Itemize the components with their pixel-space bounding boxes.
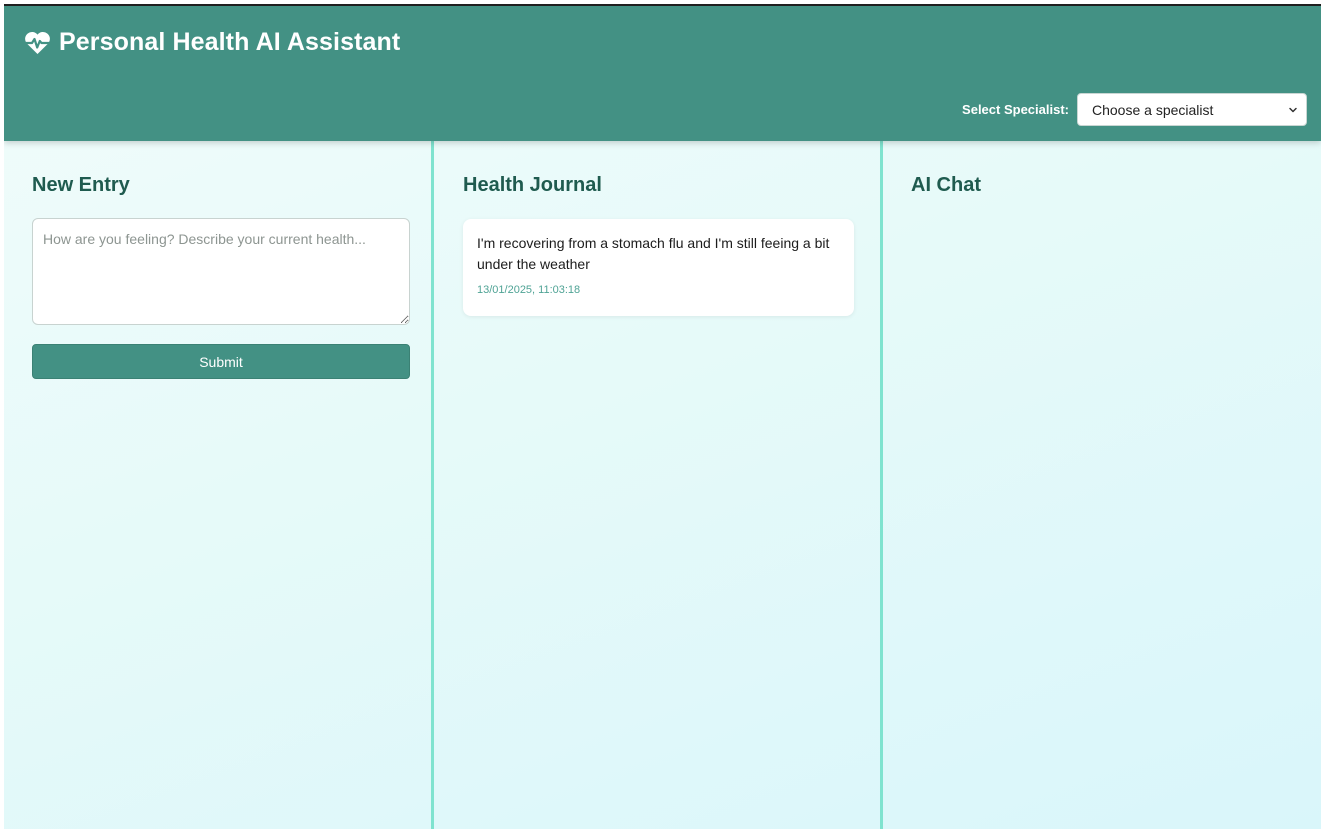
specialist-selected-value: Choose a specialist: [1092, 101, 1214, 118]
journal-entry-text: I'm recovering from a stomach flu and I'…: [477, 235, 830, 272]
main-columns: New Entry Submit Health Journal I'm reco…: [4, 141, 1321, 829]
health-entry-textarea[interactable]: [32, 218, 410, 325]
chevron-down-icon: [1288, 105, 1298, 115]
new-entry-heading: New Entry: [32, 174, 130, 196]
new-entry-panel: New Entry Submit: [4, 141, 434, 829]
health-journal-panel: Health Journal I'm recovering from a sto…: [434, 141, 883, 829]
specialist-picker: Select Specialist: Choose a specialist: [962, 93, 1307, 126]
app-header: Personal Health AI Assistant Select Spec…: [4, 6, 1321, 141]
brand: Personal Health AI Assistant: [24, 28, 400, 57]
specialist-label: Select Specialist:: [962, 102, 1069, 117]
heart-pulse-icon: [24, 31, 51, 55]
journal-entry-timestamp: 13/01/2025, 11:03:18: [477, 284, 581, 296]
submit-button[interactable]: Submit: [32, 344, 410, 379]
ai-chat-panel: AI Chat: [883, 141, 1321, 829]
journal-entry-card: I'm recovering from a stomach flu and I'…: [463, 219, 854, 316]
app-window: Personal Health AI Assistant Select Spec…: [4, 4, 1321, 829]
ai-chat-heading: AI Chat: [911, 174, 981, 196]
specialist-select[interactable]: Choose a specialist: [1077, 93, 1307, 126]
app-title: Personal Health AI Assistant: [59, 28, 401, 56]
health-journal-heading: Health Journal: [463, 174, 602, 196]
